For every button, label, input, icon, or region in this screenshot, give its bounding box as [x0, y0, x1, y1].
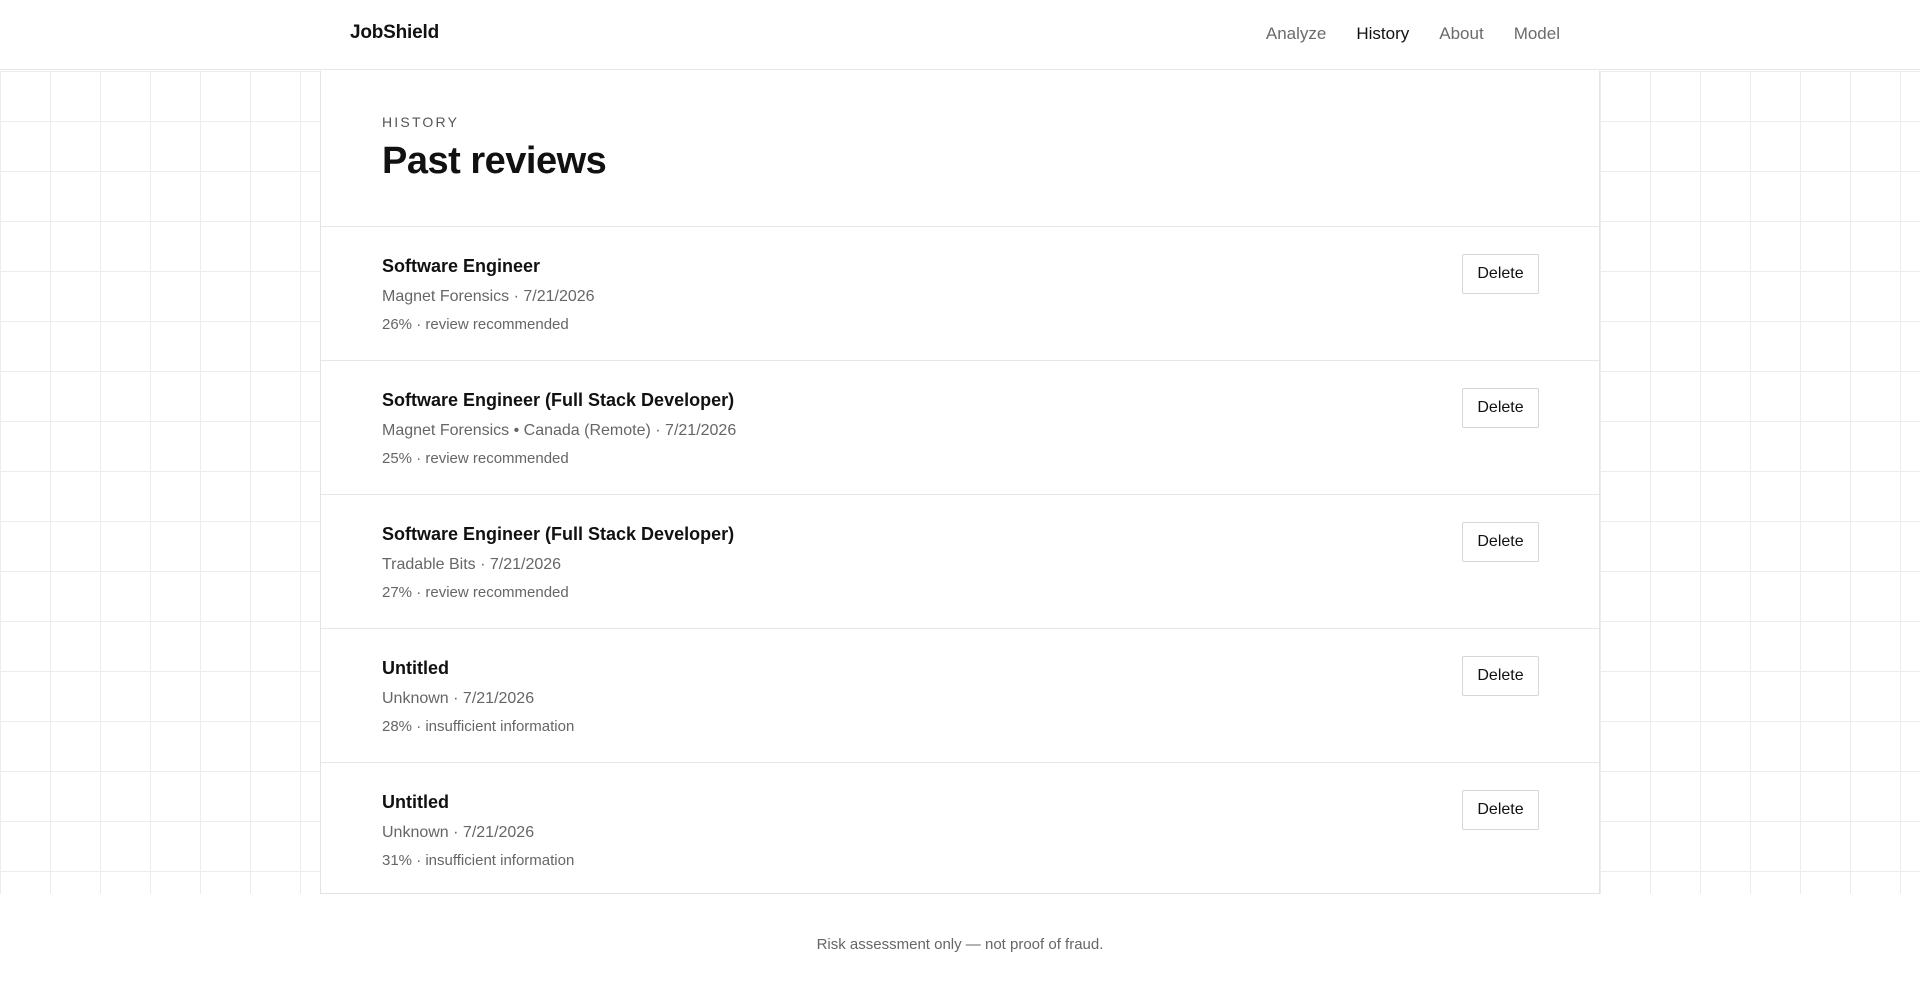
review-score: 25% · review recommended: [382, 450, 569, 467]
review-title: Untitled: [382, 792, 449, 812]
review-meta: Tradable Bits · 7/21/2026: [382, 556, 562, 573]
nav-history[interactable]: History: [1356, 24, 1409, 44]
review-item[interactable]: Software Engineer (Full Stack Developer)…: [321, 495, 1599, 629]
review-item[interactable]: Untitled Unknown · 7/21/2026 31% · insuf…: [321, 763, 1599, 897]
review-score: 27% · review recommended: [382, 584, 569, 601]
review-meta: Unknown · 7/21/2026: [382, 690, 535, 707]
review-item[interactable]: Untitled Unknown · 7/21/2026 28% · insuf…: [321, 629, 1599, 763]
page-title: Past reviews: [382, 140, 607, 182]
review-score: 26% · review recommended: [382, 316, 569, 333]
delete-button[interactable]: Delete: [1462, 388, 1539, 428]
review-meta: Unknown · 7/21/2026: [382, 824, 535, 841]
footer-disclaimer: Risk assessment only — not proof of frau…: [816, 936, 1104, 953]
review-meta: Magnet Forensics • Canada (Remote) · 7/2…: [382, 422, 737, 439]
section-eyebrow: HISTORY: [382, 114, 460, 130]
page-header: HISTORY Past reviews: [321, 71, 1599, 227]
main-nav: Analyze History About Model: [1266, 24, 1560, 44]
review-score: 28% · insufficient information: [382, 718, 575, 735]
delete-button[interactable]: Delete: [1462, 790, 1539, 830]
review-title: Software Engineer (Full Stack Developer): [382, 390, 735, 410]
review-score: 31% · insufficient information: [382, 852, 575, 869]
delete-button[interactable]: Delete: [1462, 254, 1539, 294]
review-item[interactable]: Software Engineer Magnet Forensics · 7/2…: [321, 227, 1599, 361]
nav-about[interactable]: About: [1439, 24, 1483, 44]
review-title: Software Engineer (Full Stack Developer): [382, 524, 735, 544]
review-list: Software Engineer Magnet Forensics · 7/2…: [321, 227, 1599, 897]
review-meta: Magnet Forensics · 7/21/2026: [382, 288, 595, 305]
nav-model[interactable]: Model: [1514, 24, 1560, 44]
review-title: Untitled: [382, 658, 449, 678]
brand-logo[interactable]: JobShield: [350, 22, 439, 44]
delete-button[interactable]: Delete: [1462, 522, 1539, 562]
review-item[interactable]: Software Engineer (Full Stack Developer)…: [321, 361, 1599, 495]
nav-analyze[interactable]: Analyze: [1266, 24, 1326, 44]
top-navbar: JobShield Analyze History About Model: [0, 0, 1920, 70]
history-panel: HISTORY Past reviews Software Engineer M…: [320, 71, 1600, 894]
review-title: Software Engineer: [382, 256, 541, 276]
delete-button[interactable]: Delete: [1462, 656, 1539, 696]
